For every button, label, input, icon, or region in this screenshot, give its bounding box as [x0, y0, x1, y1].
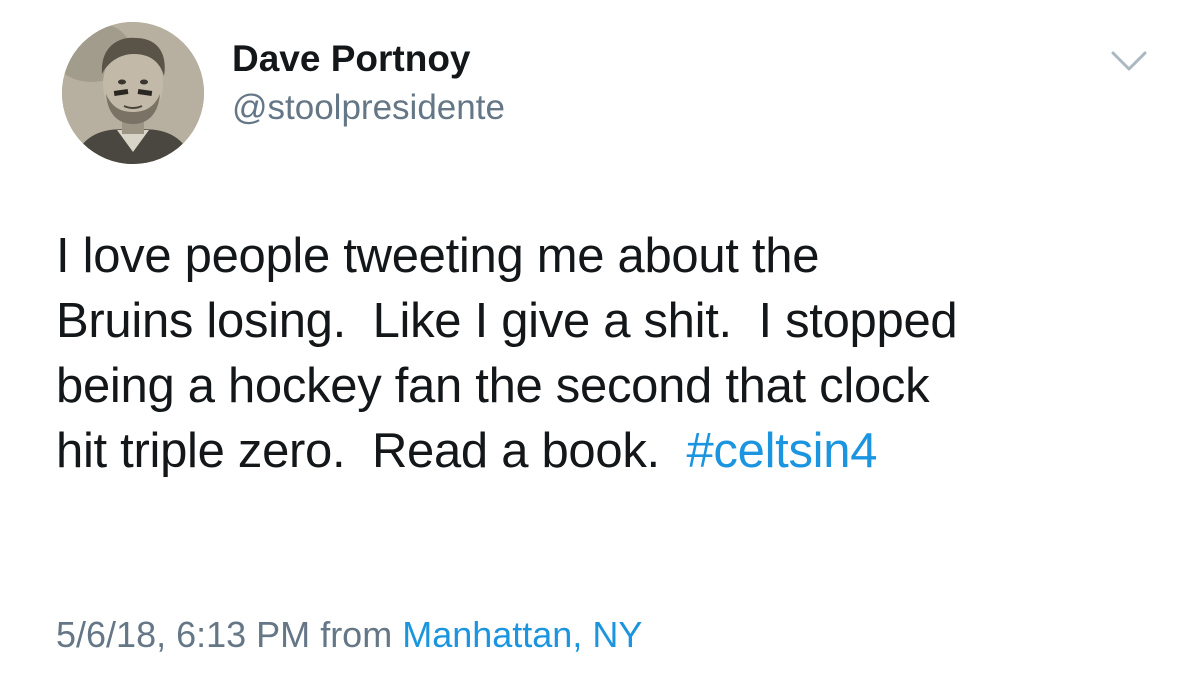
author-handle[interactable]: @stoolpresidente: [232, 88, 505, 128]
from-label: from: [320, 614, 393, 655]
location-link[interactable]: Manhattan, NY: [402, 614, 642, 655]
tweet-text-line: I love people tweeting me about the: [56, 229, 820, 283]
tweet-text: I love people tweeting me about the Brui…: [56, 224, 1166, 484]
author-display-name[interactable]: Dave Portnoy: [232, 38, 471, 80]
tweet-text-line: being a hockey fan the second that clock: [56, 359, 930, 413]
tweet-text-segment: hit triple zero. Read a book.: [56, 424, 687, 478]
tweet-text-line: Bruins losing. Like I give a shit. I sto…: [56, 294, 958, 348]
chevron-down-icon[interactable]: [1110, 48, 1148, 74]
avatar[interactable]: [62, 22, 204, 164]
tweet-text-line: hit triple zero. Read a book. #celtsin4: [56, 419, 1166, 484]
tweet-card: Dave Portnoy @stoolpresidente I love peo…: [0, 0, 1200, 674]
tweet-metadata: 5/6/18, 6:13 PM from Manhattan, NY: [56, 614, 642, 656]
tweet-timestamp[interactable]: 5/6/18, 6:13 PM: [56, 614, 310, 655]
avatar-portrait-image: [62, 22, 204, 164]
hashtag-link[interactable]: #celtsin4: [686, 424, 877, 478]
